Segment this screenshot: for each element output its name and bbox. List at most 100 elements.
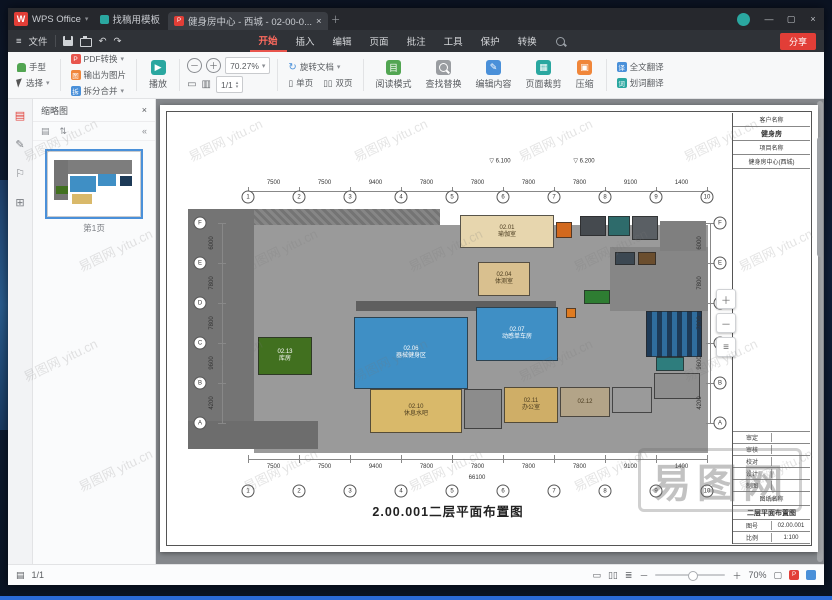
fullscreen-icon[interactable]: ▢	[773, 570, 782, 581]
crop-page-button[interactable]: ▦ 页面裁剪	[521, 58, 567, 92]
attachment-panel-icon[interactable]: ⊞	[15, 196, 24, 209]
document-canvas[interactable]: 02.01瑜伽室02.04体测室02.06器械健身区02.07动感单车房02.1…	[156, 99, 824, 564]
app-menu-caret-icon[interactable]: ▾	[85, 15, 89, 23]
scrollbar-thumb[interactable]	[817, 137, 823, 257]
maximize-button[interactable]: ▢	[780, 14, 802, 25]
hamburger-menu-icon[interactable]: ≡	[16, 36, 22, 47]
redo-icon[interactable]: ↷	[114, 36, 122, 47]
save-icon[interactable]	[63, 36, 73, 46]
single-page-button[interactable]: ▯ 单页	[285, 76, 316, 90]
fit-width-icon[interactable]: ▥	[202, 79, 211, 90]
ribbon-tab-2[interactable]: 编辑	[324, 30, 361, 52]
dimension-line	[707, 455, 708, 463]
home-tab[interactable]: 找稿用模板	[92, 8, 168, 30]
find-replace-button[interactable]: 查找替换	[421, 58, 467, 92]
ribbon-tab-1[interactable]: 插入	[287, 30, 324, 52]
full-translate-button[interactable]: 译 全文翻译	[614, 60, 667, 74]
wps-window: W WPS Office ▾ 找稿用模板 P 健身房中心 - 西城 - 02-0…	[8, 8, 824, 585]
read-mode-button[interactable]: 目 阅读模式	[371, 58, 417, 92]
edit-icon: ✎	[486, 60, 501, 75]
ribbon-tab-0[interactable]: 开始	[250, 30, 287, 52]
double-page-button[interactable]: ▯▯ 双页	[320, 76, 355, 90]
float-zoom-out-button[interactable]: －	[716, 313, 736, 333]
pdf-convert-button[interactable]: P PDF转换 ▾	[68, 52, 130, 66]
dimension-line	[218, 343, 226, 344]
status-zoom-in-icon[interactable]: ＋	[732, 569, 741, 582]
fit-page-icon[interactable]: ▭	[187, 79, 196, 90]
view-double-icon[interactable]: ▯▯	[608, 570, 618, 581]
ribbon-tab-5[interactable]: 工具	[435, 30, 472, 52]
view-single-icon[interactable]: ▭	[592, 570, 601, 581]
page-number-stepper[interactable]: 1/1 ▴ ▾	[216, 76, 243, 93]
document-tab[interactable]: P 健身房中心 - 西城 - 02-00-0... ×	[168, 12, 328, 30]
panel-collapse-icon[interactable]: «	[142, 126, 147, 136]
room	[615, 252, 635, 265]
search-icon[interactable]	[556, 37, 565, 46]
panel-title: 缩略图	[41, 104, 68, 117]
float-zoom-in-button[interactable]: ＋	[716, 289, 736, 309]
grid-bubble: 1	[242, 191, 255, 204]
zoom-level-select[interactable]: 70.27% ▾	[225, 57, 270, 74]
dimension-text: 7800	[573, 464, 586, 470]
share-button[interactable]: 分享	[780, 33, 816, 50]
ribbon-toolbar: 手型 选择 ▾ P PDF转换 ▾ 图 输出为图片 拆 拆分合并 ▾	[8, 52, 824, 99]
compress-button[interactable]: ▣ 压缩	[571, 58, 599, 92]
file-menu[interactable]: 文件	[29, 34, 48, 48]
print-icon[interactable]	[80, 38, 92, 47]
dimension-text: 9400	[369, 464, 382, 470]
new-tab-button[interactable]: ＋	[328, 12, 344, 26]
hand-tool-button[interactable]: 手型	[14, 60, 53, 74]
convert-group: P PDF转换 ▾ 图 输出为图片 拆 拆分合并 ▾	[68, 52, 130, 98]
zoom-slider-knob[interactable]	[688, 571, 698, 581]
split-merge-button[interactable]: 拆 拆分合并 ▾	[68, 84, 130, 98]
dimension-line	[710, 223, 711, 423]
wps-logo-icon[interactable]: W	[14, 12, 28, 26]
cloud-icon[interactable]	[806, 570, 816, 580]
panel-sort-icon[interactable]: ⇅	[60, 126, 68, 137]
desktop-wallpaper	[0, 180, 8, 430]
bookmark-panel-icon[interactable]: ⚐	[15, 167, 25, 180]
title-block-name: 二层平面布置图	[733, 506, 810, 520]
export-image-button[interactable]: 图 输出为图片	[68, 68, 130, 82]
room: 02.11办公室	[504, 387, 558, 423]
pdf-badge-icon[interactable]: P	[789, 570, 799, 580]
ribbon-tab-7[interactable]: 转换	[509, 30, 546, 52]
annotation-panel-icon[interactable]: ✎	[15, 138, 24, 151]
zoom-slider[interactable]	[655, 574, 725, 576]
grid-bubble: 1	[242, 485, 255, 498]
undo-icon[interactable]: ↶	[99, 36, 107, 47]
dimension-line	[222, 223, 223, 423]
room	[608, 216, 630, 236]
panel-list-icon[interactable]: ▤	[41, 126, 50, 137]
room: 02.12	[560, 387, 610, 417]
taskbar-accent-line	[0, 596, 832, 600]
close-button[interactable]: ×	[802, 14, 824, 24]
rotate-document-button[interactable]: ↻ 旋转文档 ▾	[285, 60, 355, 74]
close-tab-icon[interactable]: ×	[316, 16, 322, 27]
panel-close-icon[interactable]: ×	[142, 105, 147, 115]
view-scroll-icon[interactable]: ≣	[625, 570, 633, 581]
status-page-icon[interactable]: ▤	[16, 570, 25, 581]
vertical-scrollbar[interactable]	[817, 101, 823, 562]
edit-content-button[interactable]: ✎ 编辑内容	[471, 58, 517, 92]
page-thumbnail[interactable]	[47, 151, 141, 217]
zoom-in-icon[interactable]: ＋	[206, 58, 221, 73]
ribbon-tab-3[interactable]: 页面	[361, 30, 398, 52]
select-tool-button[interactable]: 选择 ▾	[14, 76, 53, 90]
status-zoom-out-icon[interactable]: －	[639, 569, 648, 582]
thumbnail-panel-icon[interactable]: ▤	[15, 109, 25, 122]
grid-bubble: 4	[395, 485, 408, 498]
room	[580, 216, 606, 236]
word-translate-button[interactable]: 词 划词翻译	[614, 76, 667, 90]
title-block-row: 项目名称	[733, 141, 810, 155]
user-avatar[interactable]	[737, 13, 750, 26]
document-tab-title: 健身房中心 - 西城 - 02-00-0...	[188, 14, 312, 28]
ribbon-tab-6[interactable]: 保护	[472, 30, 509, 52]
zoom-out-icon[interactable]: －	[187, 58, 202, 73]
double-page-icon: ▯▯	[323, 78, 332, 89]
minimize-button[interactable]: —	[758, 14, 780, 24]
title-block-row: 健身房	[733, 127, 810, 141]
play-button[interactable]: ▶ 播放	[144, 58, 172, 92]
ribbon-tab-4[interactable]: 批注	[398, 30, 435, 52]
float-more-button[interactable]: ≡	[716, 337, 736, 357]
